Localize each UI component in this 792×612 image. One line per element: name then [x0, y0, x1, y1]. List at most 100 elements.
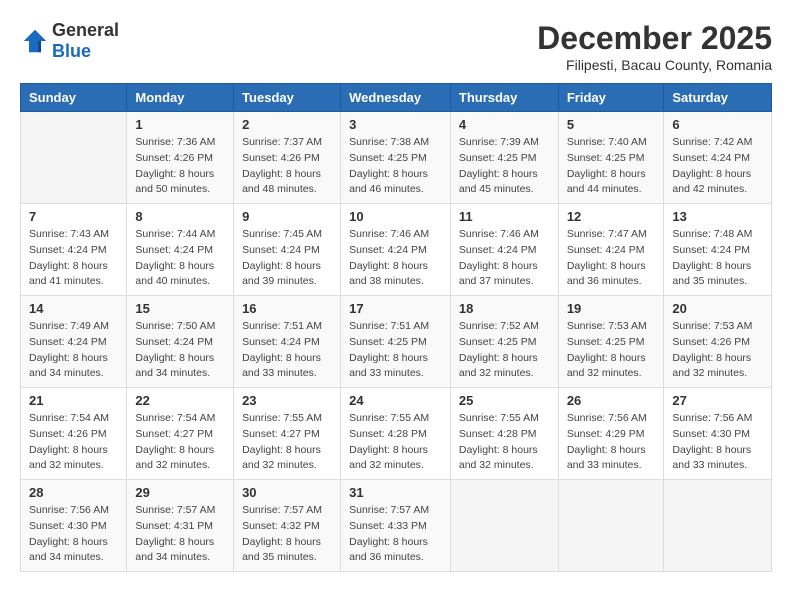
daylight-text: Daylight: 8 hours	[459, 352, 538, 364]
sunset-text: Sunset: 4:26 PM	[29, 428, 107, 440]
daylight-text: Daylight: 8 hours	[567, 352, 646, 364]
day-info: Sunrise: 7:44 AMSunset: 4:24 PMDaylight:…	[135, 227, 225, 290]
sunrise-text: Sunrise: 7:45 AM	[242, 228, 322, 240]
header-day: Sunday	[21, 84, 127, 112]
sunrise-text: Sunrise: 7:57 AM	[242, 504, 322, 516]
calendar-cell: 15Sunrise: 7:50 AMSunset: 4:24 PMDayligh…	[127, 296, 234, 388]
sunset-text: Sunset: 4:27 PM	[135, 428, 213, 440]
daylight-text2: and 42 minutes.	[672, 183, 747, 195]
daylight-text: Daylight: 8 hours	[135, 168, 214, 180]
day-number: 3	[349, 117, 442, 132]
calendar-cell: 21Sunrise: 7:54 AMSunset: 4:26 PMDayligh…	[21, 388, 127, 480]
sunset-text: Sunset: 4:25 PM	[349, 152, 427, 164]
day-info: Sunrise: 7:52 AMSunset: 4:25 PMDaylight:…	[459, 319, 550, 382]
calendar-cell: 5 Sunrise: 7:40 AMSunset: 4:25 PMDaylight…	[558, 112, 664, 204]
day-number: 13	[672, 209, 763, 224]
sunset-text: Sunset: 4:24 PM	[135, 336, 213, 348]
sunset-text: Sunset: 4:32 PM	[242, 520, 320, 532]
day-info: Sunrise: 7:37 AMSunset: 4:26 PMDaylight:…	[242, 135, 332, 198]
sunset-text: Sunset: 4:24 PM	[672, 152, 750, 164]
sunset-text: Sunset: 4:24 PM	[349, 244, 427, 256]
calendar-table: SundayMondayTuesdayWednesdayThursdayFrid…	[20, 83, 772, 572]
daylight-text2: and 46 minutes.	[349, 183, 424, 195]
logo-text: General Blue	[52, 20, 119, 62]
day-number: 19	[567, 301, 656, 316]
sunrise-text: Sunrise: 7:55 AM	[242, 412, 322, 424]
day-number: 18	[459, 301, 550, 316]
day-info: Sunrise: 7:54 AMSunset: 4:27 PMDaylight:…	[135, 411, 225, 474]
logo-icon	[20, 26, 50, 56]
sunrise-text: Sunrise: 7:43 AM	[29, 228, 109, 240]
day-info: Sunrise: 7:54 AM Sunset: 4:26 PM Daylight:…	[29, 411, 118, 474]
calendar-cell: 25Sunrise: 7:55 AMSunset: 4:28 PMDayligh…	[450, 388, 558, 480]
sunset-text: Sunset: 4:25 PM	[567, 152, 645, 164]
calendar-cell: 22Sunrise: 7:54 AMSunset: 4:27 PMDayligh…	[127, 388, 234, 480]
day-number: 11	[459, 209, 550, 224]
daylight-text: Daylight: 8 hours	[242, 260, 321, 272]
logo-blue: Blue	[52, 41, 91, 61]
sunrise-text: Sunrise: 7:57 AM	[349, 504, 429, 516]
calendar-cell: 9Sunrise: 7:45 AMSunset: 4:24 PMDaylight…	[234, 204, 341, 296]
calendar-cell: 19 Sunrise: 7:53 AM Sunset: 4:25 PM Dayligh…	[558, 296, 664, 388]
calendar-cell: 23Sunrise: 7:55 AMSunset: 4:27 PMDayligh…	[234, 388, 341, 480]
calendar-cell: 28Sunrise: 7:56 AMSunset: 4:30 PMDayligh…	[21, 480, 127, 572]
sunrise-text: Sunrise: 7:49 AM	[29, 320, 109, 332]
calendar-cell: 17Sunrise: 7:51 AMSunset: 4:25 PMDayligh…	[341, 296, 451, 388]
calendar-cell	[21, 112, 127, 204]
calendar-cell: 26Sunrise: 7:56 AMSunset: 4:29 PMDayligh…	[558, 388, 664, 480]
daylight-text: Daylight: 8 hours	[672, 168, 751, 180]
calendar-cell: 1Sunrise: 7:36 AMSunset: 4:26 PMDaylight…	[127, 112, 234, 204]
daylight-text2: and 38 minutes.	[349, 275, 424, 287]
sunrise-text: Sunrise: 7:51 AM	[349, 320, 429, 332]
day-number: 16	[242, 301, 332, 316]
calendar-cell: 27Sunrise: 7:56 AMSunset: 4:30 PMDayligh…	[664, 388, 772, 480]
calendar-week-row: 21Sunrise: 7:54 AMSunset: 4:26 PMDayligh…	[21, 388, 772, 480]
sunrise-text: Sunrise: 7:46 AM	[459, 228, 539, 240]
daylight-text2: and 34 minutes.	[29, 551, 104, 563]
calendar-cell: 13Sunrise: 7:48 AMSunset: 4:24 PMDayligh…	[664, 204, 772, 296]
calendar-subtitle: Filipesti, Bacau County, Romania	[537, 57, 772, 73]
day-info: Sunrise: 7:56 AMSunset: 4:30 PMDaylight:…	[29, 503, 118, 566]
day-number: 5	[567, 117, 656, 132]
sunset-text: Sunset: 4:26 PM	[672, 336, 750, 348]
daylight-text: Daylight: 8 hours	[135, 352, 214, 364]
title-section: December 2025 Filipesti, Bacau County, R…	[537, 20, 772, 73]
daylight-text2: and 34 minutes.	[29, 367, 104, 379]
daylight-text: Daylight: 8 hours	[29, 444, 108, 456]
sunrise-text: Sunrise: 7:55 AM	[459, 412, 539, 424]
daylight-text2: and 32 minutes.	[459, 459, 534, 471]
daylight-text: Daylight: 8 hours	[349, 260, 428, 272]
daylight-text: Daylight: 8 hours	[29, 260, 108, 272]
day-info: Sunrise: 7:38 AMSunset: 4:25 PMDaylight:…	[349, 135, 442, 198]
daylight-text: Daylight: 8 hours	[242, 444, 321, 456]
calendar-cell: 4Sunrise: 7:39 AMSunset: 4:25 PMDaylight…	[450, 112, 558, 204]
day-info: Sunrise: 7:57 AMSunset: 4:32 PMDaylight:…	[242, 503, 332, 566]
day-number: 10	[349, 209, 442, 224]
calendar-cell	[450, 480, 558, 572]
daylight-text2: and 33 minutes.	[349, 367, 424, 379]
day-info: Sunrise: 7:40 AMSunset: 4:25 PMDaylight:…	[567, 135, 656, 198]
day-number: 26	[567, 393, 656, 408]
header-day: Monday	[127, 84, 234, 112]
calendar-week-row: 1Sunrise: 7:36 AMSunset: 4:26 PMDaylight…	[21, 112, 772, 204]
day-number: 23	[242, 393, 332, 408]
daylight-text2: and 34 minutes.	[135, 367, 210, 379]
daylight-text: Daylight: 8 hours	[135, 536, 214, 548]
day-info: Sunrise: 7:55 AMSunset: 4:28 PMDaylight:…	[349, 411, 442, 474]
sunrise-text: Sunrise: 7:39 AM	[459, 136, 539, 148]
sunrise-text: Sunrise: 7:53 AM	[567, 320, 647, 332]
day-number: 9	[242, 209, 332, 224]
daylight-text2: and 39 minutes.	[242, 275, 317, 287]
sunset-text: Sunset: 4:26 PM	[135, 152, 213, 164]
sunset-text: Sunset: 4:25 PM	[567, 336, 645, 348]
sunrise-text: Sunrise: 7:44 AM	[135, 228, 215, 240]
day-number: 29	[135, 485, 225, 500]
sunset-text: Sunset: 4:24 PM	[135, 244, 213, 256]
daylight-text2: and 40 minutes.	[135, 275, 210, 287]
daylight-text2: and 35 minutes.	[242, 551, 317, 563]
sunrise-text: Sunrise: 7:54 AM	[29, 412, 109, 424]
day-info: Sunrise: 7:46 AMSunset: 4:24 PMDaylight:…	[349, 227, 442, 290]
sunset-text: Sunset: 4:33 PM	[349, 520, 427, 532]
daylight-text: Daylight: 8 hours	[567, 260, 646, 272]
daylight-text2: and 45 minutes.	[459, 183, 534, 195]
